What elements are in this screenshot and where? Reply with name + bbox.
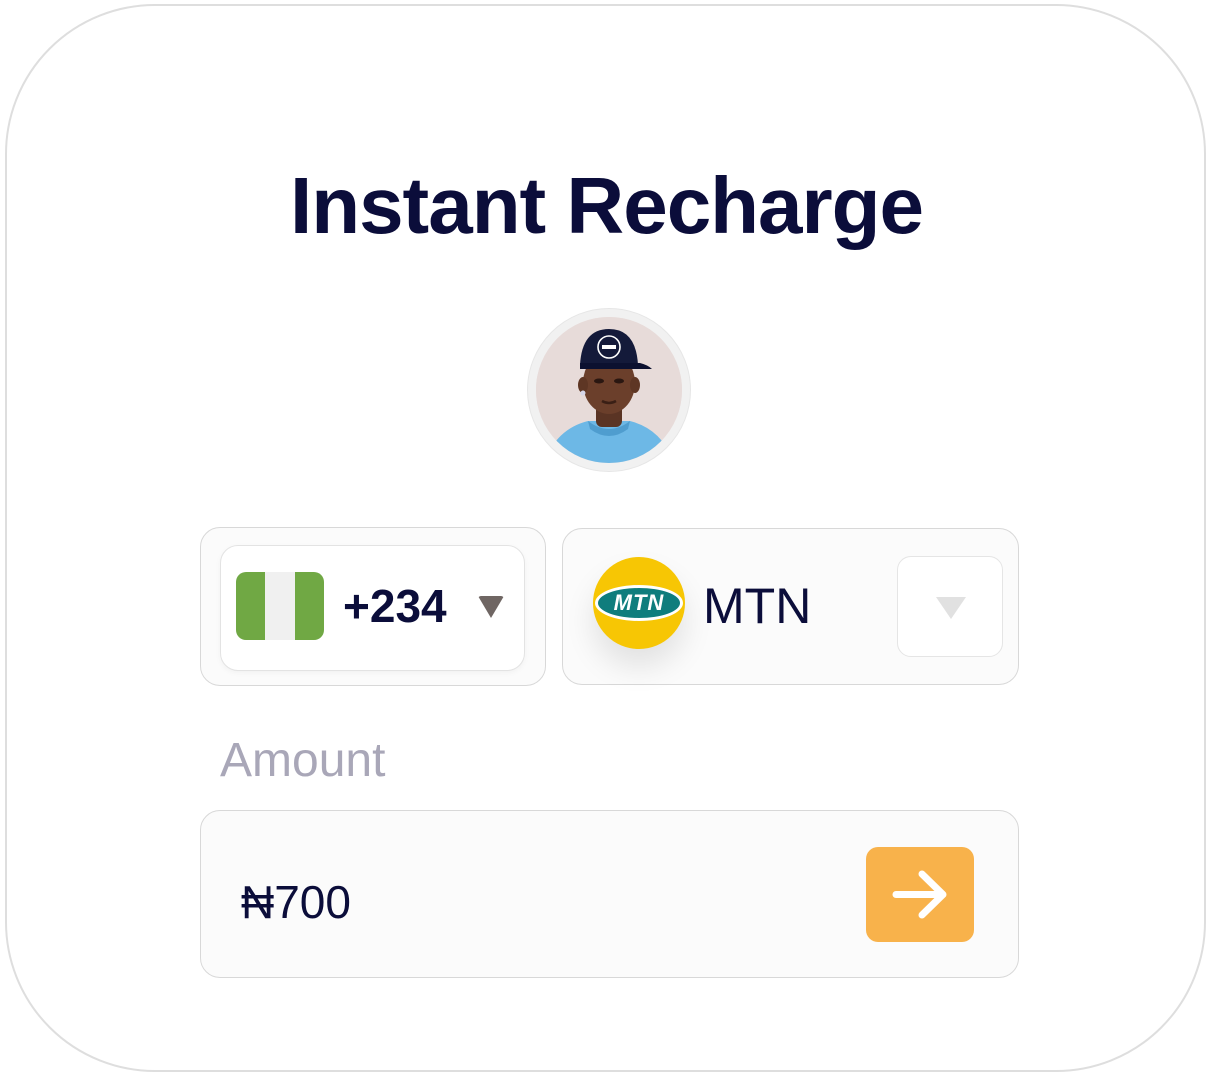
network-name: MTN xyxy=(703,578,812,634)
nigeria-flag-icon xyxy=(236,572,324,640)
amount-input-panel: ₦700 xyxy=(200,810,1019,978)
network-selector-panel: MTN MTN xyxy=(562,528,1019,685)
arrow-right-icon xyxy=(892,870,947,919)
caret-down-icon xyxy=(936,597,966,619)
avatar-image xyxy=(536,317,682,463)
mtn-logo-text: MTN xyxy=(595,585,683,621)
avatar xyxy=(527,308,691,472)
country-code-select[interactable]: +234 xyxy=(220,545,525,671)
dial-code: +234 xyxy=(343,580,447,632)
page-title: Instant Recharge xyxy=(289,161,924,250)
country-selector-panel: +234 xyxy=(200,527,546,686)
amount-input[interactable]: ₦700 xyxy=(241,875,351,929)
person-portrait-icon xyxy=(536,317,682,463)
caret-down-icon xyxy=(478,596,504,618)
mtn-logo: MTN xyxy=(593,557,685,649)
submit-button[interactable] xyxy=(866,847,974,942)
network-dropdown-button[interactable] xyxy=(897,556,1003,657)
amount-label: Amount xyxy=(220,734,386,787)
